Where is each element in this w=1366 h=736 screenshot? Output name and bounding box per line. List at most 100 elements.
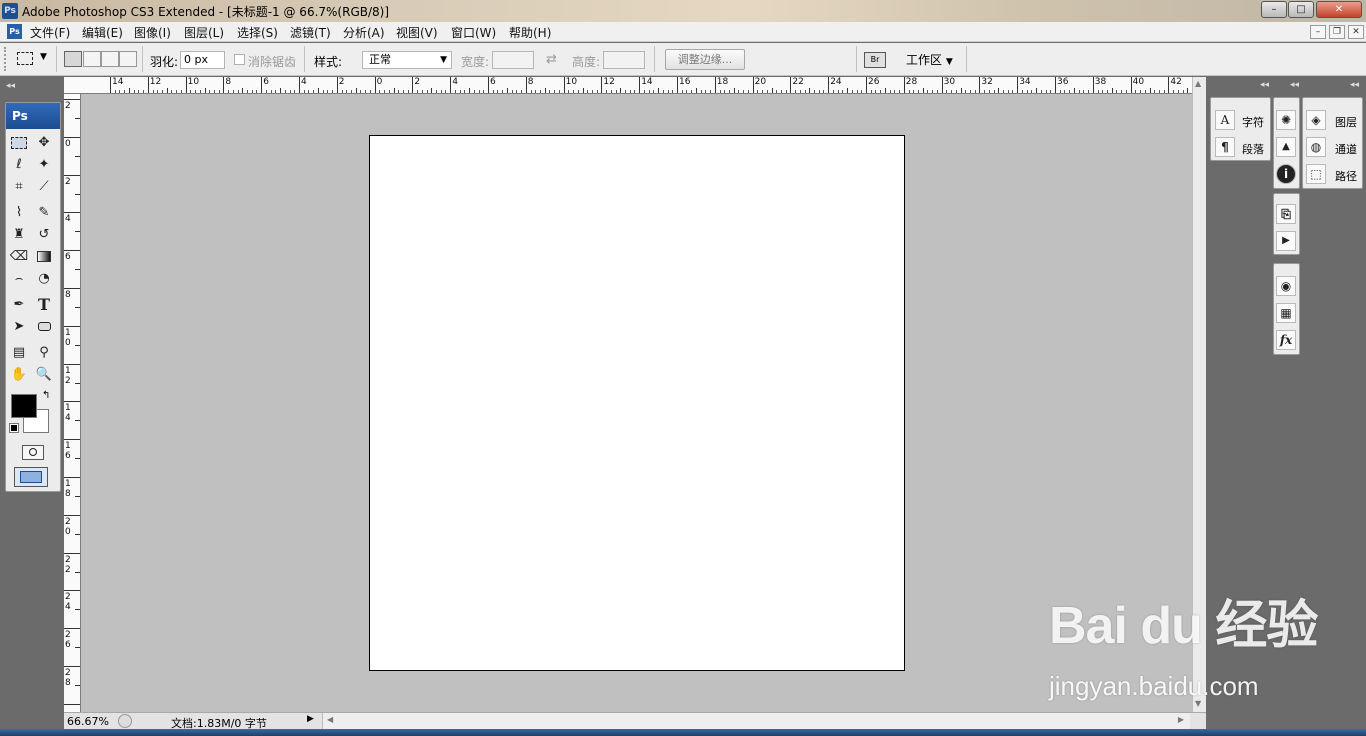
clone-stamp-tool-icon[interactable]: ♜ (8, 225, 30, 245)
dodge-tool-icon[interactable]: ◔ (33, 269, 55, 289)
add-selection-icon[interactable] (83, 51, 101, 67)
status-menu-arrow-icon[interactable]: ▶ (307, 714, 314, 724)
baidu-watermark: Bai du 经验 jingyan.baidu.com (1045, 583, 1345, 708)
options-bar: ▼ 羽化: 0 px 消除锯齿 样式: 正常 ▼ 宽度: ⇄ 高度: 调整边缘..… (0, 43, 1366, 76)
pen-tool-icon[interactable]: ✒ (8, 295, 30, 315)
character-panel-label[interactable]: 字符 (1242, 114, 1264, 130)
brush-tool-icon[interactable]: ✎ (33, 203, 55, 223)
menu-window[interactable]: 窗口(W) (451, 24, 496, 41)
foreground-color-swatch[interactable] (11, 394, 37, 418)
magic-wand-tool-icon[interactable]: ✦ (33, 155, 55, 175)
history-brush-tool-icon[interactable]: ↺ (33, 225, 55, 245)
collapse-arrows-icon[interactable]: ◂◂ (6, 81, 15, 91)
character-panel-icon[interactable]: A (1215, 110, 1235, 130)
tool-preset-dropdown-icon[interactable]: ▼ (40, 52, 47, 62)
new-selection-icon[interactable] (64, 51, 82, 67)
menu-image[interactable]: 图像(I) (134, 24, 171, 41)
scroll-up-icon[interactable]: ▲ (1195, 79, 1201, 88)
intersect-selection-icon[interactable] (119, 51, 137, 67)
minimize-button[interactable]: – (1261, 1, 1287, 18)
eraser-tool-icon[interactable]: ⌫ (8, 247, 30, 267)
type-tool-icon[interactable]: T (33, 295, 55, 315)
workspace-menu[interactable]: 工作区 ▼ (906, 51, 953, 68)
menu-analysis[interactable]: 分析(A) (343, 24, 385, 41)
scroll-left-icon[interactable]: ◀ (327, 715, 333, 724)
doc-close-button[interactable]: ✕ (1348, 25, 1364, 39)
crop-tool-icon[interactable]: ⌗ (8, 177, 30, 197)
ruler-origin[interactable] (64, 77, 81, 94)
doc-restore-button[interactable]: ❐ (1329, 25, 1345, 39)
bridge-icon[interactable]: Br (864, 52, 886, 68)
channels-panel-label[interactable]: 通道 (1335, 141, 1357, 157)
channels-panel-icon[interactable]: ◍ (1306, 137, 1326, 157)
subtract-selection-icon[interactable] (101, 51, 119, 67)
ruler-tick (64, 439, 80, 441)
document-canvas[interactable] (369, 135, 905, 671)
history-icon[interactable]: ⎘ (1276, 204, 1296, 224)
paths-panel-icon[interactable]: ⬚ (1306, 164, 1326, 184)
refine-edge-button[interactable]: 调整边缘... (665, 49, 745, 70)
doc-minimize-button[interactable]: – (1310, 25, 1326, 39)
styles-icon[interactable]: fx (1276, 330, 1296, 350)
menu-help[interactable]: 帮助(H) (509, 24, 551, 41)
healing-brush-tool-icon[interactable]: ⌇ (8, 203, 30, 223)
move-tool-icon[interactable]: ✥ (33, 133, 55, 153)
swap-dimensions-icon[interactable]: ⇄ (546, 52, 557, 67)
menu-filter[interactable]: 滤镜(T) (290, 24, 331, 41)
lasso-tool-icon[interactable]: ℓ (8, 155, 30, 175)
collapse-arrows-icon[interactable]: ◂◂ (1290, 80, 1299, 90)
actions-icon[interactable]: ▶ (1276, 231, 1296, 251)
navigator-icon[interactable]: ✺ (1276, 110, 1296, 130)
default-colors-icon[interactable] (9, 423, 19, 433)
path-selection-tool-icon[interactable]: ➤ (8, 317, 30, 337)
eyedropper-tool-icon[interactable]: ⚲ (33, 343, 55, 363)
rectangular-marquee-icon[interactable] (17, 52, 33, 65)
antialias-checkbox[interactable] (234, 54, 245, 65)
zoom-tool-icon[interactable]: 🔍 (33, 365, 55, 385)
swap-colors-icon[interactable]: ↰ (42, 390, 50, 401)
marquee-tool-icon[interactable] (8, 133, 30, 153)
vertical-ruler[interactable]: 2 0 2 4 6 8 10 12 14 16 18 20 22 24 26 28 (64, 94, 81, 712)
zoom-level[interactable]: 66.67% (67, 715, 109, 728)
histogram-icon[interactable]: ▲ (1276, 137, 1296, 157)
layers-panel-icon[interactable]: ◈ (1306, 110, 1326, 130)
maximize-button[interactable]: □ (1288, 1, 1314, 18)
ruler-label: 28 (905, 77, 918, 87)
paragraph-panel-icon[interactable]: ¶ (1215, 137, 1235, 157)
swatches-icon[interactable]: ▦ (1276, 303, 1296, 323)
horizontal-ruler[interactable]: 14 12 10 8 6 4 2 0 2 4 6 8 10 12 14 16 18 20 22 24 26 28 30 32 3… (80, 77, 1192, 94)
navigator-group: ✺ ▲ i (1273, 97, 1300, 189)
collapse-arrows-icon[interactable]: ◂◂ (1350, 80, 1359, 90)
status-info-icon[interactable] (118, 714, 132, 728)
shape-tool-icon[interactable] (33, 317, 55, 337)
menu-file[interactable]: 文件(F) (30, 24, 70, 41)
feather-input[interactable]: 0 px (180, 51, 225, 69)
collapse-arrows-icon[interactable]: ◂◂ (1260, 80, 1269, 90)
close-button[interactable]: ✕ (1316, 1, 1362, 18)
ruler-minor-tick (993, 90, 995, 93)
menu-edit[interactable]: 编辑(E) (82, 24, 123, 41)
grip-handle[interactable] (4, 47, 10, 71)
hand-tool-icon[interactable]: ✋ (8, 365, 30, 385)
ruler-minor-tick (535, 90, 537, 93)
gradient-tool-icon[interactable] (33, 247, 55, 267)
menu-select[interactable]: 选择(S) (237, 24, 278, 41)
paths-panel-label[interactable]: 路径 (1335, 168, 1357, 184)
quick-mask-icon[interactable] (22, 445, 44, 460)
menu-view[interactable]: 视图(V) (396, 24, 438, 41)
screen-mode-icon[interactable] (14, 467, 48, 487)
ruler-minor-tick (516, 90, 518, 93)
notes-tool-icon[interactable]: ▤ (8, 343, 30, 363)
slice-tool-icon[interactable]: ⟋ (33, 177, 55, 197)
width-input[interactable] (492, 51, 534, 69)
paragraph-panel-label[interactable]: 段落 (1242, 141, 1264, 157)
height-input[interactable] (603, 51, 645, 69)
menu-layer[interactable]: 图层(L) (184, 24, 224, 41)
layers-panel-label[interactable]: 图层 (1335, 114, 1357, 130)
info-icon[interactable]: i (1276, 164, 1296, 184)
color-icon[interactable]: ◉ (1276, 276, 1296, 296)
blur-tool-icon[interactable]: ⌢ (8, 269, 30, 289)
scroll-right-icon[interactable]: ▶ (1178, 715, 1184, 724)
style-select[interactable]: 正常 ▼ (362, 51, 452, 69)
horizontal-scrollbar[interactable]: ◀ ▶ (322, 713, 1190, 729)
